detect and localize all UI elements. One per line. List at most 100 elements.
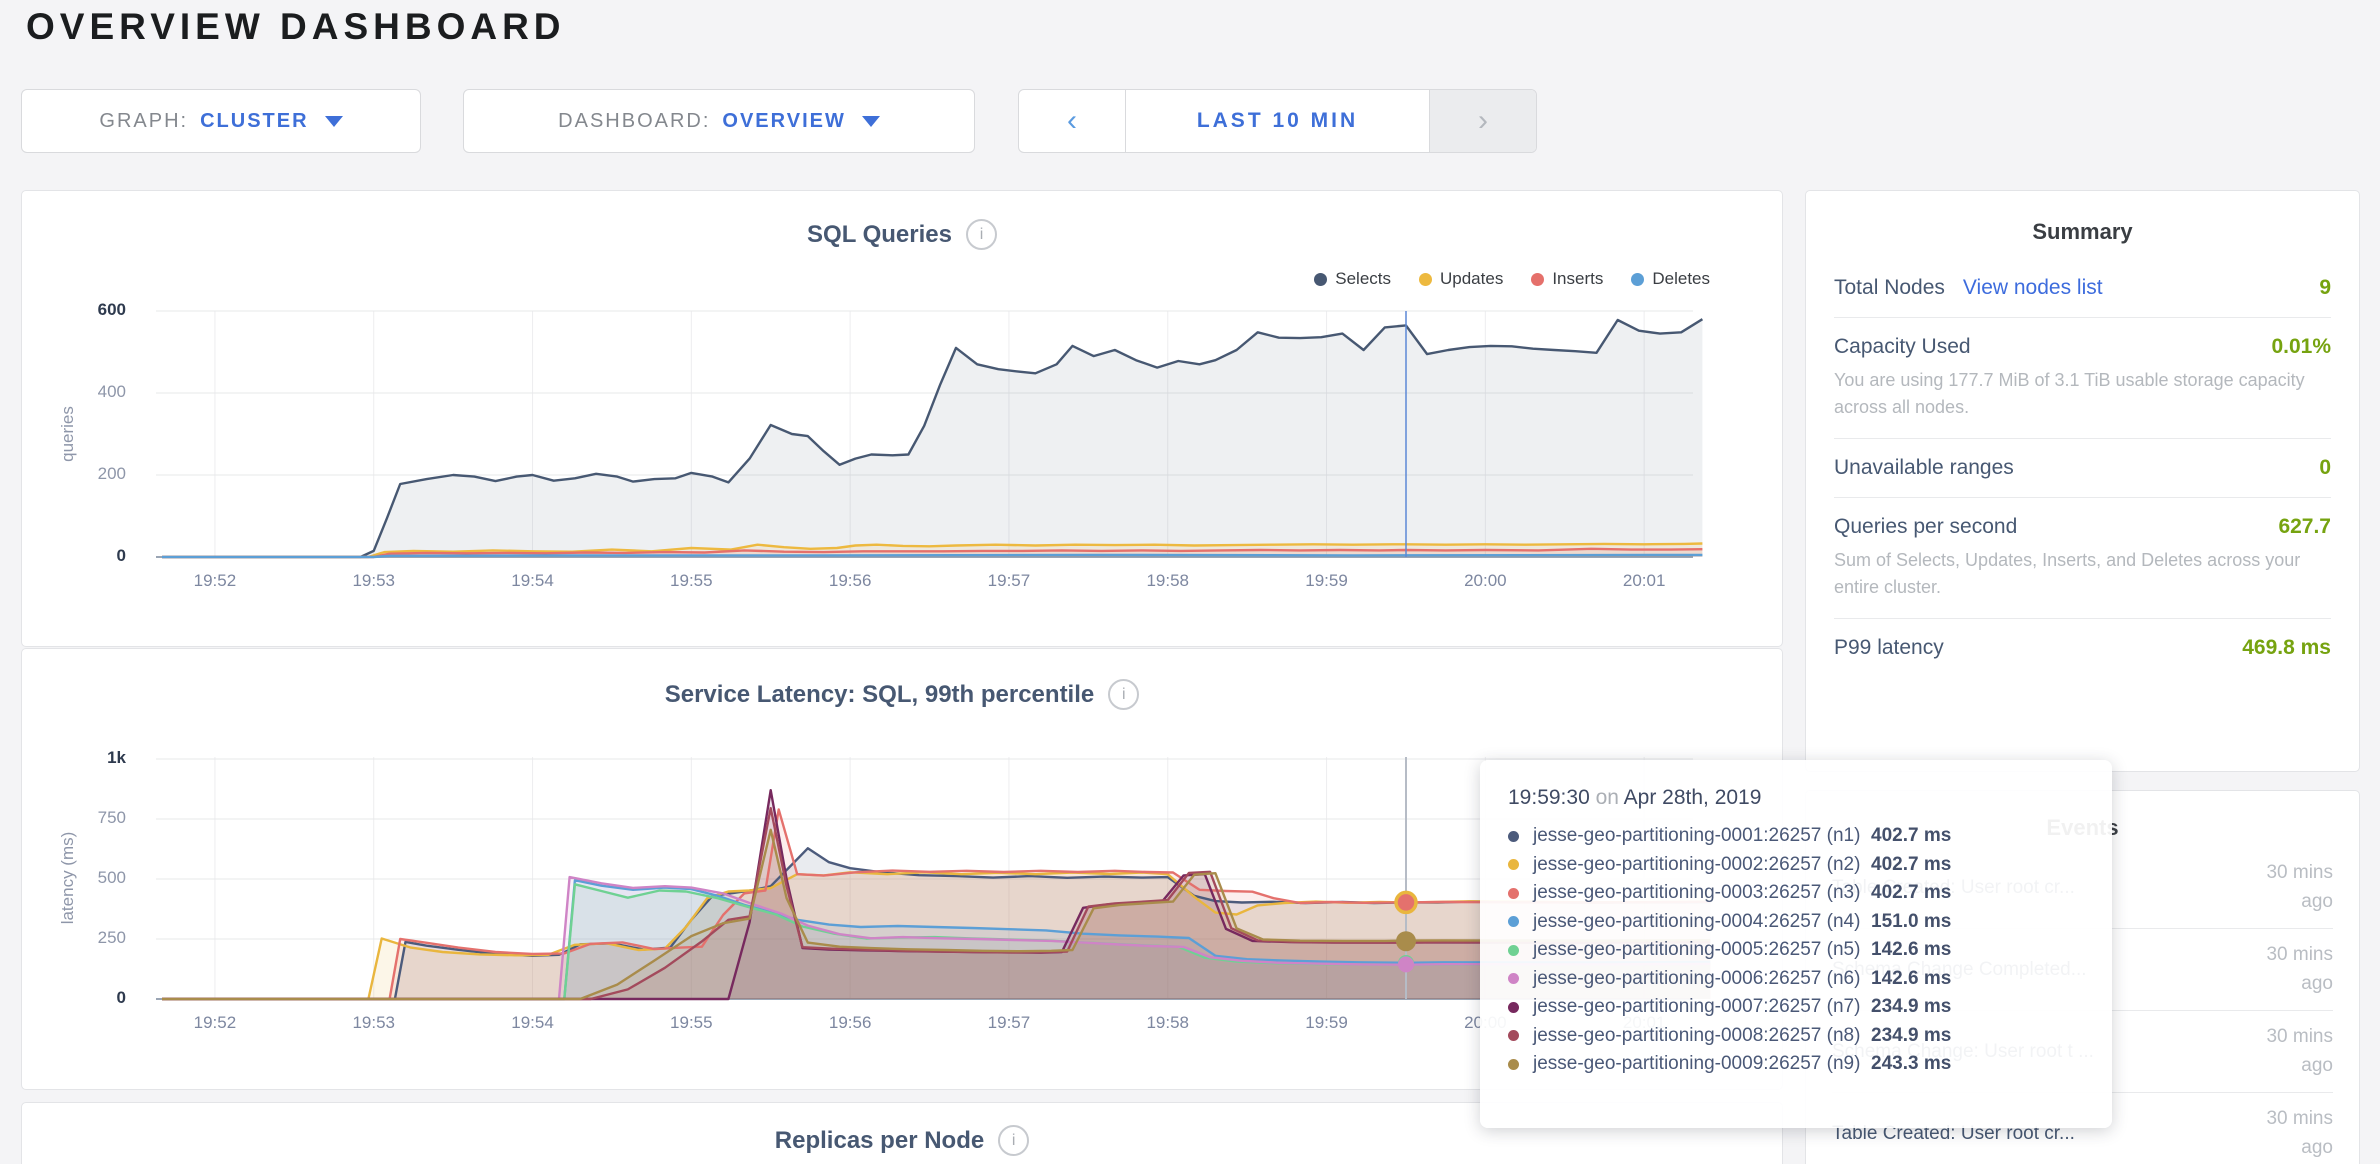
node-latency-value: 234.9 ms (1871, 996, 1951, 1018)
node-latency-value: 142.6 ms (1871, 939, 1951, 961)
node-name: jesse-geo-partitioning-0006:26257 (n6) (1533, 968, 1871, 990)
y-axis-tick: 500 (40, 868, 126, 888)
x-axis-tick: 19:54 (485, 571, 581, 591)
qps-note: Sum of Selects, Updates, Inserts, and De… (1834, 547, 2331, 601)
summary-unavailable-row: Unavailable ranges 0 (1834, 438, 2331, 497)
y-axis-tick: 1k (40, 748, 126, 768)
x-axis-tick: 19:57 (961, 571, 1057, 591)
p99-latency-label: P99 latency (1834, 636, 1944, 660)
x-axis-tick: 19:55 (643, 571, 739, 591)
x-axis-tick: 19:52 (167, 571, 263, 591)
node-color-dot (1508, 1030, 1519, 1041)
page-title: OVERVIEW DASHBOARD (26, 6, 566, 48)
graph-dropdown[interactable]: GRAPH: CLUSTER (21, 89, 421, 153)
summary-qps-row: Queries per second 627.7 Sum of Selects,… (1834, 497, 2331, 618)
sql-queries-card: SQL Queries i SelectsUpdatesInsertsDelet… (21, 190, 1783, 647)
event-time: 30 mins ago (2237, 1105, 2333, 1162)
x-axis-tick: 20:00 (1437, 571, 1533, 591)
x-axis-tick: 19:57 (961, 1013, 1057, 1033)
x-axis-tick: 20:01 (1596, 571, 1692, 591)
node-color-dot (1508, 859, 1519, 870)
node-latency-value: 151.0 ms (1871, 911, 1951, 933)
node-latency-value: 234.9 ms (1871, 1025, 1951, 1047)
tooltip-row: jesse-geo-partitioning-0005:26257 (n5)14… (1508, 936, 2084, 965)
node-latency-value: 402.7 ms (1871, 854, 1951, 876)
summary-title: Summary (1834, 219, 2331, 245)
node-name: jesse-geo-partitioning-0008:26257 (n8) (1533, 1025, 1871, 1047)
y-axis-tick: 600 (40, 300, 126, 320)
node-color-dot (1508, 916, 1519, 927)
tooltip-row: jesse-geo-partitioning-0001:26257 (n1)40… (1508, 822, 2084, 851)
qps-label: Queries per second (1834, 515, 2017, 539)
node-name: jesse-geo-partitioning-0001:26257 (n1) (1533, 825, 1871, 847)
node-color-dot (1508, 1059, 1519, 1070)
graph-dropdown-label: GRAPH: (99, 110, 188, 133)
x-axis-tick: 19:55 (643, 1013, 739, 1033)
dashboard-dropdown-value: OVERVIEW (722, 110, 845, 133)
dashboard-dropdown[interactable]: DASHBOARD: OVERVIEW (463, 89, 975, 153)
x-axis-tick: 19:58 (1120, 571, 1216, 591)
node-color-dot (1508, 1002, 1519, 1013)
capacity-used-label: Capacity Used (1834, 335, 1971, 359)
node-latency-value: 402.7 ms (1871, 825, 1951, 847)
view-nodes-list-link[interactable]: View nodes list (1963, 276, 2103, 300)
event-time: 30 mins ago (2237, 1023, 2333, 1080)
overview-dashboard-page: OVERVIEW DASHBOARD GRAPH: CLUSTER DASHBO… (0, 0, 2380, 1164)
y-axis-tick: 250 (40, 928, 126, 948)
qps-value: 627.7 (2278, 515, 2331, 539)
x-axis-tick: 19:52 (167, 1013, 263, 1033)
total-nodes-value: 9 (2319, 276, 2331, 300)
node-color-dot (1508, 831, 1519, 842)
tooltip-row: jesse-geo-partitioning-0008:26257 (n8)23… (1508, 1022, 2084, 1051)
x-axis-tick: 19:54 (485, 1013, 581, 1033)
graph-dropdown-value: CLUSTER (200, 110, 308, 133)
x-axis-tick: 19:59 (1279, 571, 1375, 591)
tooltip-row: jesse-geo-partitioning-0003:26257 (n3)40… (1508, 879, 2084, 908)
node-latency-value: 402.7 ms (1871, 882, 1951, 904)
tooltip-row: jesse-geo-partitioning-0009:26257 (n9)24… (1508, 1050, 2084, 1079)
capacity-used-note: You are using 177.7 MiB of 3.1 TiB usabl… (1834, 367, 2331, 421)
time-prev-button[interactable]: ‹ (1019, 90, 1126, 152)
node-name: jesse-geo-partitioning-0009:26257 (n9) (1533, 1053, 1871, 1075)
y-axis-tick: 750 (40, 808, 126, 828)
node-name: jesse-geo-partitioning-0002:26257 (n2) (1533, 854, 1871, 876)
x-axis-tick: 19:58 (1120, 1013, 1216, 1033)
node-name: jesse-geo-partitioning-0003:26257 (n3) (1533, 882, 1871, 904)
summary-p99-row: P99 latency 469.8 ms (1834, 618, 2331, 677)
tooltip-row: jesse-geo-partitioning-0007:26257 (n7)23… (1508, 993, 2084, 1022)
y-axis-tick: 400 (40, 382, 126, 402)
x-axis-tick: 19:56 (802, 571, 898, 591)
chevron-left-icon: ‹ (1067, 104, 1077, 138)
event-time: 30 mins ago (2237, 941, 2333, 998)
capacity-used-value: 0.01% (2271, 335, 2331, 359)
unavailable-ranges-label: Unavailable ranges (1834, 456, 2014, 480)
tooltip-on: on (1596, 786, 1619, 809)
info-icon[interactable]: i (998, 1125, 1029, 1156)
x-axis-tick: 19:53 (326, 1013, 422, 1033)
replicas-per-node-title: Replicas per Node (775, 1127, 984, 1155)
hover-point (1398, 956, 1414, 972)
p99-latency-value: 469.8 ms (2242, 636, 2331, 660)
tooltip-time: 19:59:30 (1508, 786, 1590, 809)
tooltip-timestamp: 19:59:30 on Apr 28th, 2019 (1508, 786, 2084, 810)
dashboard-dropdown-label: DASHBOARD: (558, 110, 710, 133)
hover-point (1396, 892, 1416, 912)
tooltip-rows: jesse-geo-partitioning-0001:26257 (n1)40… (1508, 822, 2084, 1079)
chevron-down-icon (862, 116, 880, 127)
chevron-right-icon: › (1478, 104, 1488, 138)
x-axis-tick: 19:53 (326, 571, 422, 591)
tooltip-row: jesse-geo-partitioning-0006:26257 (n6)14… (1508, 965, 2084, 994)
hover-point (1396, 931, 1416, 951)
summary-total-nodes-row: Total Nodes View nodes list 9 (1834, 259, 2331, 317)
node-color-dot (1508, 888, 1519, 899)
node-color-dot (1508, 945, 1519, 956)
x-axis-tick: 19:59 (1279, 1013, 1375, 1033)
y-axis-tick: 200 (40, 464, 126, 484)
node-name: jesse-geo-partitioning-0007:26257 (n7) (1533, 996, 1871, 1018)
time-range-value[interactable]: LAST 10 MIN (1126, 90, 1429, 152)
node-name: jesse-geo-partitioning-0005:26257 (n5) (1533, 939, 1871, 961)
x-axis-tick: 19:56 (802, 1013, 898, 1033)
chevron-down-icon (325, 116, 343, 127)
total-nodes-label: Total Nodes (1834, 276, 1945, 300)
time-next-button[interactable]: › (1429, 90, 1536, 152)
